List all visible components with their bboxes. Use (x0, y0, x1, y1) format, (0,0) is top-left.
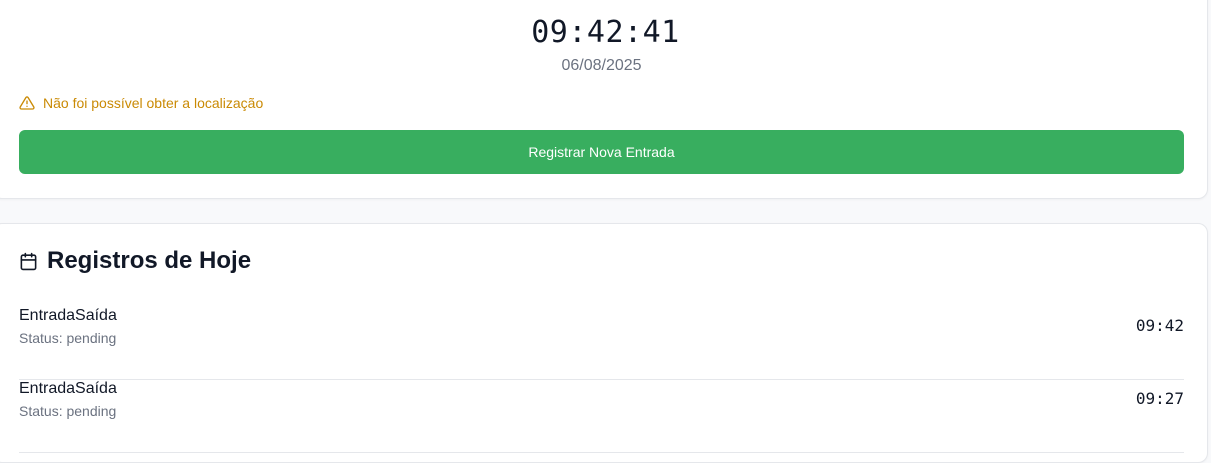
record-time: 09:42 (1135, 316, 1184, 335)
record-row: EntradaSaída Status: pending 09:42 (19, 307, 1184, 380)
location-warning: Não foi possível obter a localização (19, 95, 263, 111)
record-row: EntradaSaída Status: pending 09:27 (19, 380, 1184, 453)
today-records-header: Registros de Hoje (19, 247, 251, 275)
record-type: EntradaSaída (19, 380, 117, 397)
record-status: Status: pending (19, 330, 117, 346)
record-time: 09:27 (1135, 389, 1184, 408)
record-type: EntradaSaída (19, 307, 117, 324)
warning-triangle-icon (19, 95, 35, 111)
current-date: 06/08/2025 (561, 57, 642, 74)
current-time: 09:42:41 (531, 15, 680, 50)
section-title: Registros de Hoje (47, 247, 252, 274)
record-status: Status: pending (19, 403, 117, 419)
location-warning-text: Não foi possível obter a localização (43, 95, 264, 111)
calendar-icon (19, 252, 38, 271)
register-entry-button[interactable]: Registrar Nova Entrada (19, 130, 1184, 174)
